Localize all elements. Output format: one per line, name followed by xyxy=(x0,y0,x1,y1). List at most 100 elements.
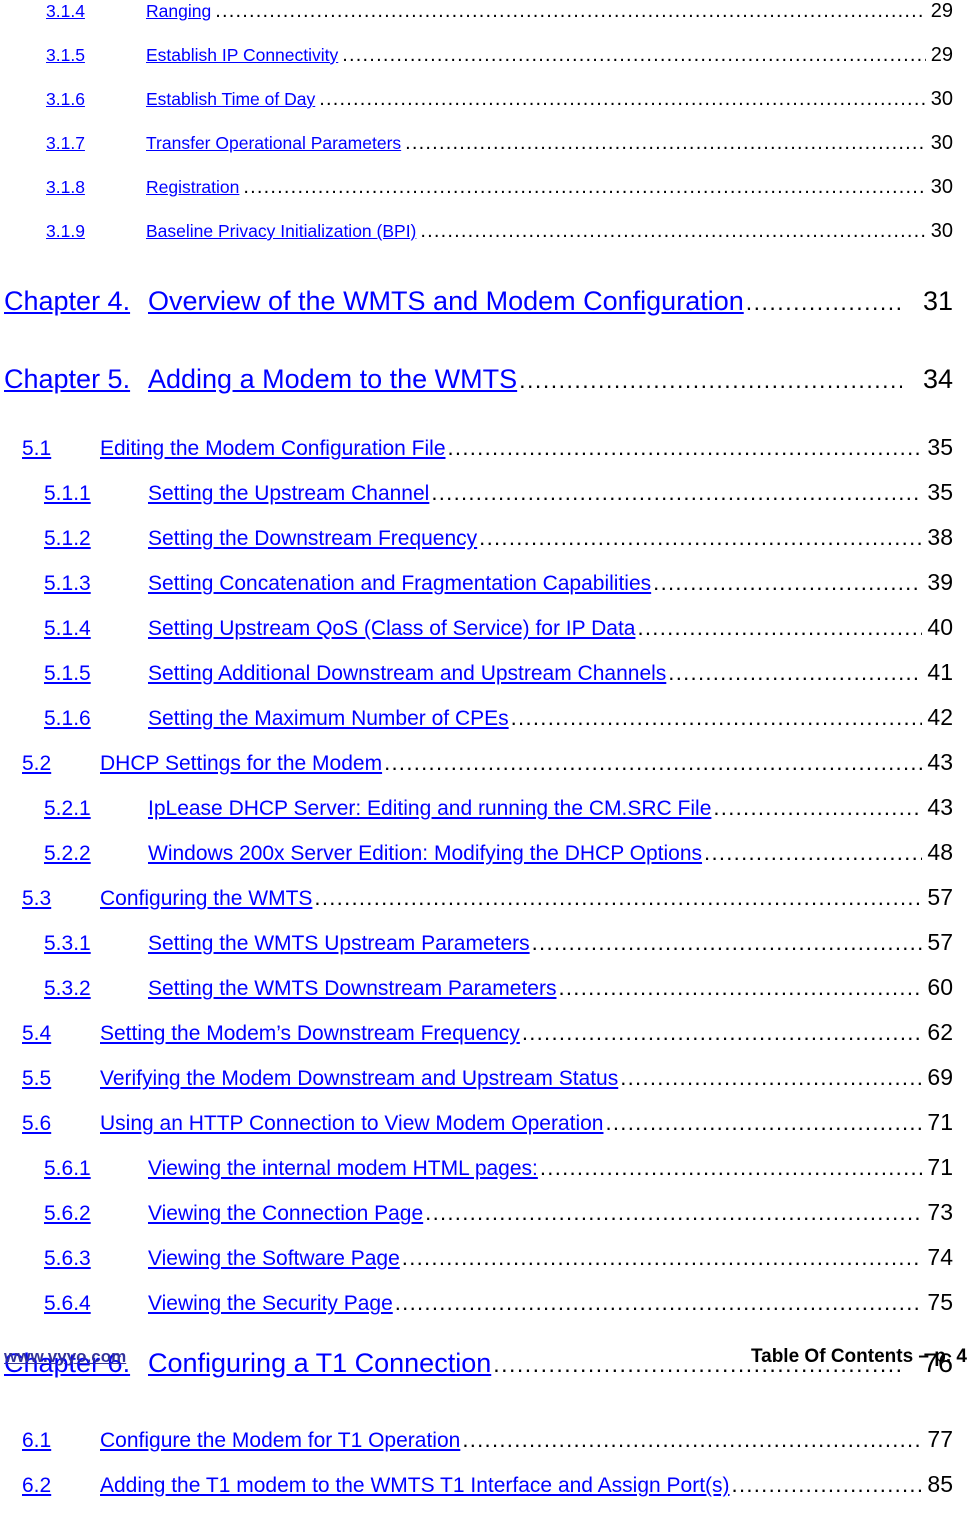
toc-entry-title[interactable]: Adding a Modem to the WMTS xyxy=(148,364,517,395)
toc-entry-title[interactable]: Setting the WMTS Upstream Parameters xyxy=(148,932,530,956)
toc-entry[interactable]: 5.6.4Viewing the Security Page 75 xyxy=(0,1289,973,1334)
toc-entry-title[interactable]: Editing the Modem Configuration File xyxy=(100,437,446,461)
toc-entry-number[interactable]: 5.3.1 xyxy=(44,932,148,956)
toc-entry-title[interactable]: Establish IP Connectivity xyxy=(146,45,338,66)
toc-entry-number[interactable]: Chapter 5. xyxy=(4,364,148,395)
toc-entry-number[interactable]: 3.1.8 xyxy=(46,177,146,198)
toc-entry-number[interactable]: 5.6 xyxy=(22,1112,100,1136)
toc-entry[interactable]: 5.1Editing the Modem Configuration File 3… xyxy=(0,434,973,479)
toc-entry-title[interactable]: Setting the Upstream Channel xyxy=(148,482,429,506)
toc-entry-title[interactable]: Configure the Modem for T1 Operation xyxy=(100,1429,460,1453)
toc-leader-dots xyxy=(746,289,902,316)
toc-entry[interactable]: 3.1.9 Baseline Privacy Initialization (BP… xyxy=(0,220,973,264)
toc-entry-number[interactable]: 5.6.4 xyxy=(44,1292,148,1316)
toc-entry[interactable]: 5.1.4 Setting Upstream QoS (Class of Serv… xyxy=(0,614,973,659)
toc-entry-number[interactable]: 5.1 xyxy=(22,437,100,461)
toc-entry-title[interactable]: Setting Concatenation and Fragmentation … xyxy=(148,572,651,596)
toc-entry-number[interactable]: 5.5 xyxy=(22,1067,100,1091)
toc-entry-title[interactable]: Registration xyxy=(146,177,239,198)
toc-entry-title[interactable]: Viewing the Security Page xyxy=(148,1292,393,1316)
toc-entry-title[interactable]: Windows 200x Server Edition: Modifying t… xyxy=(148,842,702,866)
toc-leader-dots xyxy=(637,615,922,641)
toc-entry[interactable]: 6.1Configure the Modem for T1 Operation 7… xyxy=(0,1426,973,1471)
toc-entry[interactable]: 3.1.7Transfer Operational Parameters 30 xyxy=(0,132,973,176)
toc-entry-page-number: 29 xyxy=(930,0,953,22)
toc-entry-title[interactable]: DHCP Settings for the Modem xyxy=(100,752,382,776)
toc-entry-page-number: 30 xyxy=(930,88,953,110)
toc-entry-number[interactable]: 5.6.2 xyxy=(44,1202,148,1226)
toc-leader-dots xyxy=(384,750,922,776)
toc-entry-number[interactable]: 5.3 xyxy=(22,887,100,911)
page-footer: www.vyyo.com Table Of Contents – p. 4 xyxy=(0,1346,973,1368)
toc-entry-number[interactable]: 3.1.5 xyxy=(46,45,146,66)
toc-entry-number[interactable]: Chapter 4. xyxy=(4,286,148,317)
toc-entry-title[interactable]: Setting the Downstream Frequency xyxy=(148,527,477,551)
toc-entry-title[interactable]: Verifying the Modem Downstream and Upstr… xyxy=(100,1067,618,1091)
toc-entry-number[interactable]: 5.6.3 xyxy=(44,1247,148,1271)
toc-entry-title[interactable]: IpLease DHCP Server: Editing and running… xyxy=(148,797,711,821)
footer-website-link[interactable]: www.vyyo.com xyxy=(4,1347,126,1367)
toc-entry-number[interactable]: 3.1.9 xyxy=(46,221,146,242)
toc-entry-title[interactable]: Establish Time of Day xyxy=(146,89,315,110)
toc-entry-title[interactable]: Overview of the WMTS and Modem Configura… xyxy=(148,286,744,317)
toc-entry-title[interactable]: Configuring the WMTS xyxy=(100,887,312,911)
toc-entry-number[interactable]: 6.1 xyxy=(22,1429,100,1453)
table-of-contents: 3.1.4Ranging 29 3.1.5Establish IP Connecti… xyxy=(0,0,973,1516)
toc-entry-title[interactable]: Ranging xyxy=(146,1,211,22)
toc-leader-dots xyxy=(395,1290,922,1316)
toc-entry-title[interactable]: Setting the Modem’s Downstream Frequency xyxy=(100,1022,520,1046)
toc-entry[interactable]: 5.3.1 Setting the WMTS Upstream Parameter… xyxy=(0,929,973,974)
toc-entry[interactable]: 3.1.6Establish Time of Day 30 xyxy=(0,88,973,132)
toc-entry-number[interactable]: 3.1.7 xyxy=(46,133,146,154)
toc-entry-title[interactable]: Adding the T1 modem to the WMTS T1 Inter… xyxy=(100,1474,730,1498)
toc-entry-number[interactable]: 5.2 xyxy=(22,752,100,776)
toc-entry[interactable]: 5.1.6Setting the Maximum Number of CPEs 4… xyxy=(0,704,973,749)
toc-entry-title[interactable]: Transfer Operational Parameters xyxy=(146,133,401,154)
toc-entry-title[interactable]: Viewing the internal modem HTML pages: xyxy=(148,1157,538,1181)
toc-entry-title[interactable]: Setting Additional Downstream and Upstre… xyxy=(148,662,666,686)
toc-entry[interactable]: 5.2DHCP Settings for the Modem 43 xyxy=(0,749,973,794)
toc-entry-title[interactable]: Baseline Privacy Initialization (BPI) xyxy=(146,221,416,242)
toc-entry-number[interactable]: 3.1.6 xyxy=(46,89,146,110)
toc-entry[interactable]: 5.5 Verifying the Modem Downstream and Up… xyxy=(0,1064,973,1109)
toc-entry-number[interactable]: 5.4 xyxy=(22,1022,100,1046)
toc-entry[interactable]: 5.1.2Setting the Downstream Frequency 38 xyxy=(0,524,973,569)
toc-entry[interactable]: 6.2 Adding the T1 modem to the WMTS T1 In… xyxy=(0,1471,973,1516)
toc-entry[interactable]: 5.1.5 Setting Additional Downstream and U… xyxy=(0,659,973,704)
toc-entry-number[interactable]: 5.2.2 xyxy=(44,842,148,866)
toc-entry-number[interactable]: 5.3.2 xyxy=(44,977,148,1001)
toc-entry[interactable]: Chapter 5.Adding a Modem to the WMTS 34 xyxy=(0,364,973,420)
toc-entry-number[interactable]: 5.2.1 xyxy=(44,797,148,821)
toc-entry[interactable]: Chapter 4. Overview of the WMTS and Modem… xyxy=(0,286,973,342)
toc-entry-title[interactable]: Viewing the Connection Page xyxy=(148,1202,423,1226)
toc-entry[interactable]: 3.1.5Establish IP Connectivity 29 xyxy=(0,44,973,88)
toc-entry-number[interactable]: 5.1.5 xyxy=(44,662,148,686)
toc-entry[interactable]: 3.1.8Registration 30 xyxy=(0,176,973,220)
toc-entry-title[interactable]: Setting Upstream QoS (Class of Service) … xyxy=(148,617,635,641)
toc-entry[interactable]: 5.6 Using an HTTP Connection to View Mode… xyxy=(0,1109,973,1154)
toc-entry[interactable]: 5.2.1 IpLease DHCP Server: Editing and ru… xyxy=(0,794,973,839)
toc-entry[interactable]: 5.3.2 Setting the WMTS Downstream Paramet… xyxy=(0,974,973,1019)
toc-entry-title[interactable]: Viewing the Software Page xyxy=(148,1247,400,1271)
toc-entry-number[interactable]: 5.6.1 xyxy=(44,1157,148,1181)
toc-entry[interactable]: 5.1.3 Setting Concatenation and Fragmenta… xyxy=(0,569,973,614)
toc-entry[interactable]: 5.4 Setting the Modem’s Downstream Freque… xyxy=(0,1019,973,1064)
toc-entry-number[interactable]: 5.1.6 xyxy=(44,707,148,731)
toc-entry-title[interactable]: Setting the WMTS Downstream Parameters xyxy=(148,977,556,1001)
toc-entry[interactable]: 5.2.2 Windows 200x Server Edition: Modify… xyxy=(0,839,973,884)
toc-entry[interactable]: 5.3Configuring the WMTS 57 xyxy=(0,884,973,929)
toc-entry-number[interactable]: 5.1.4 xyxy=(44,617,148,641)
toc-entry-number[interactable]: 5.1.3 xyxy=(44,572,148,596)
toc-entry[interactable]: 5.6.2Viewing the Connection Page 73 xyxy=(0,1199,973,1244)
toc-entry[interactable]: 5.6.3Viewing the Software Page 74 xyxy=(0,1244,973,1289)
toc-entry[interactable]: 5.6.1 Viewing the internal modem HTML pag… xyxy=(0,1154,973,1199)
toc-entry[interactable]: 3.1.4Ranging 29 xyxy=(0,0,973,44)
toc-entry-number[interactable]: 6.2 xyxy=(22,1474,100,1498)
toc-entry-title[interactable]: Using an HTTP Connection to View Modem O… xyxy=(100,1112,603,1136)
toc-entry-number[interactable]: 5.1.2 xyxy=(44,527,148,551)
toc-entry-number[interactable]: 5.1.1 xyxy=(44,482,148,506)
toc-entry[interactable]: 5.1.1Setting the Upstream Channel 35 xyxy=(0,479,973,524)
toc-entry-page-number: 31 xyxy=(922,286,953,316)
toc-entry-title[interactable]: Setting the Maximum Number of CPEs xyxy=(148,707,509,731)
toc-entry-number[interactable]: 3.1.4 xyxy=(46,1,146,22)
